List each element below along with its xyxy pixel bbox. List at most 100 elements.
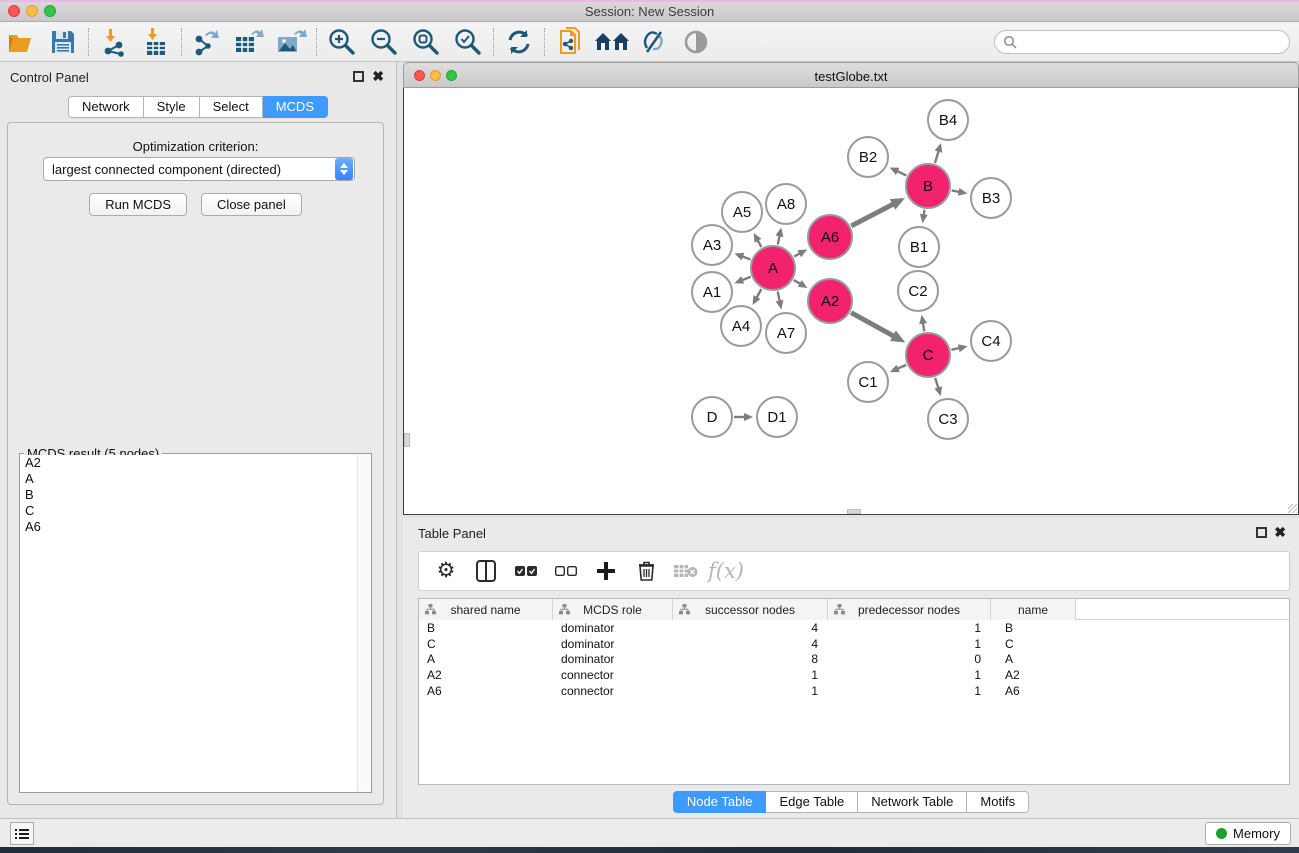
edge-A-A4[interactable]: [753, 289, 762, 305]
network-window-titlebar[interactable]: testGlobe.txt: [403, 62, 1299, 88]
node-D[interactable]: D: [692, 397, 732, 437]
column-layout-icon[interactable]: [469, 555, 503, 587]
edge-A-A1[interactable]: [734, 276, 750, 283]
close-table-panel-icon[interactable]: ✖: [1274, 524, 1286, 540]
column-header-name[interactable]: name: [991, 599, 1076, 620]
network-from-selection-icon[interactable]: [549, 24, 591, 60]
edge-A2-C[interactable]: [851, 313, 905, 343]
import-table-icon[interactable]: [135, 24, 177, 60]
column-header-successor-nodes[interactable]: successor nodes: [673, 599, 828, 620]
tab-select[interactable]: Select: [200, 96, 263, 118]
node-A4[interactable]: A4: [721, 306, 761, 346]
tab-network[interactable]: Network: [68, 96, 144, 118]
edge-C-C3[interactable]: [934, 378, 942, 396]
save-session-icon[interactable]: [42, 24, 84, 60]
search-box[interactable]: [994, 30, 1290, 54]
table-row[interactable]: Adominator80A: [419, 651, 1289, 667]
edge-D-D1[interactable]: [734, 413, 753, 421]
close-panel-icon[interactable]: ✖: [372, 68, 384, 84]
export-image-icon[interactable]: [270, 24, 312, 60]
add-icon[interactable]: [589, 555, 623, 587]
network-canvas[interactable]: AA1A2A3A4A5A6A7A8BB1B2B3B4CC1C2C3C4DD1: [403, 88, 1299, 515]
node-C1[interactable]: C1: [848, 362, 888, 402]
double-home-icon[interactable]: [591, 24, 633, 60]
node-B[interactable]: B: [906, 164, 950, 208]
search-input[interactable]: [1022, 35, 1289, 50]
float-table-panel-icon[interactable]: [1256, 527, 1267, 538]
zoom-out-icon[interactable]: [363, 24, 405, 60]
node-B2[interactable]: B2: [848, 137, 888, 177]
node-A7[interactable]: A7: [766, 313, 806, 353]
column-header-shared-name[interactable]: shared name: [419, 599, 553, 620]
zoom-selected-icon[interactable]: [447, 24, 489, 60]
mcds-result-scrollbar[interactable]: [357, 455, 370, 791]
open-session-icon[interactable]: [0, 24, 42, 60]
import-network-icon[interactable]: [93, 24, 135, 60]
criterion-select[interactable]: largest connected component (directed): [43, 157, 355, 181]
export-table-icon[interactable]: [228, 24, 270, 60]
delete-icon[interactable]: [629, 555, 663, 587]
close-panel-button[interactable]: Close panel: [201, 193, 302, 216]
zoom-in-icon[interactable]: [321, 24, 363, 60]
edge-A-A7[interactable]: [776, 292, 784, 310]
edge-A-A6[interactable]: [794, 249, 807, 257]
edge-A-A5[interactable]: [754, 233, 762, 247]
edge-B-B1[interactable]: [920, 210, 928, 224]
edge-B-B4[interactable]: [935, 143, 943, 163]
network-hscroll-thumb[interactable]: [847, 509, 861, 514]
node-A[interactable]: A: [751, 246, 795, 290]
zoom-fit-icon[interactable]: [405, 24, 447, 60]
network-resize-grip[interactable]: [1288, 504, 1297, 513]
node-A8[interactable]: A8: [766, 184, 806, 224]
select-all-icon[interactable]: [509, 555, 543, 587]
node-A1[interactable]: A1: [692, 272, 732, 312]
node-C2[interactable]: C2: [898, 271, 938, 311]
edge-A-A3[interactable]: [734, 253, 750, 260]
delete-table-icon[interactable]: [669, 555, 703, 587]
column-header-predecessor-nodes[interactable]: predecessor nodes: [828, 599, 991, 620]
node-C3[interactable]: C3: [928, 399, 968, 439]
edge-C-C1[interactable]: [890, 365, 906, 372]
mcds-result-item[interactable]: B: [21, 487, 357, 503]
edge-C-C2[interactable]: [919, 315, 927, 332]
hide-labels-icon[interactable]: [633, 24, 675, 60]
edge-B-B2[interactable]: [890, 167, 907, 175]
node-A5[interactable]: A5: [722, 192, 762, 232]
table-row[interactable]: Cdominator41C: [419, 636, 1289, 652]
column-header-MCDS-role[interactable]: MCDS role: [553, 599, 673, 620]
node-C4[interactable]: C4: [971, 321, 1011, 361]
network-vscroll-thumb[interactable]: [404, 433, 410, 447]
node-A3[interactable]: A3: [692, 225, 732, 265]
tab-mcds[interactable]: MCDS: [263, 96, 328, 118]
float-panel-icon[interactable]: [353, 71, 364, 82]
node-A2[interactable]: A2: [808, 279, 852, 323]
export-network-icon[interactable]: [186, 24, 228, 60]
mcds-result-item[interactable]: A2: [21, 455, 357, 471]
table-row[interactable]: Bdominator41B: [419, 620, 1289, 636]
tab-motifs[interactable]: Motifs: [967, 791, 1029, 813]
tab-node-table[interactable]: Node Table: [673, 791, 767, 813]
memory-button[interactable]: Memory: [1205, 822, 1291, 845]
node-C[interactable]: C: [906, 333, 950, 377]
apply-layout-icon[interactable]: [498, 24, 540, 60]
task-history-icon[interactable]: [10, 822, 34, 845]
edge-A6-B[interactable]: [851, 198, 905, 226]
tab-network-table[interactable]: Network Table: [858, 791, 967, 813]
edge-B-B3[interactable]: [952, 188, 968, 196]
table-row[interactable]: A6connector11A6: [419, 683, 1289, 699]
table-row[interactable]: A2connector11A2: [419, 667, 1289, 683]
node-B1[interactable]: B1: [899, 227, 939, 267]
node-B3[interactable]: B3: [971, 178, 1011, 218]
node-D1[interactable]: D1: [757, 397, 797, 437]
edge-C-C4[interactable]: [951, 344, 967, 352]
settings-icon[interactable]: ⚙: [429, 555, 463, 587]
function-icon[interactable]: f(x): [709, 555, 743, 587]
edge-A-A8[interactable]: [776, 228, 784, 245]
mcds-result-item[interactable]: C: [21, 503, 357, 519]
mcds-result-item[interactable]: A6: [21, 519, 357, 535]
tab-edge-table[interactable]: Edge Table: [766, 791, 858, 813]
graphics-details-icon[interactable]: [675, 24, 717, 60]
run-mcds-button[interactable]: Run MCDS: [89, 193, 187, 216]
edge-A-A2[interactable]: [794, 280, 808, 288]
node-A6[interactable]: A6: [808, 215, 852, 259]
